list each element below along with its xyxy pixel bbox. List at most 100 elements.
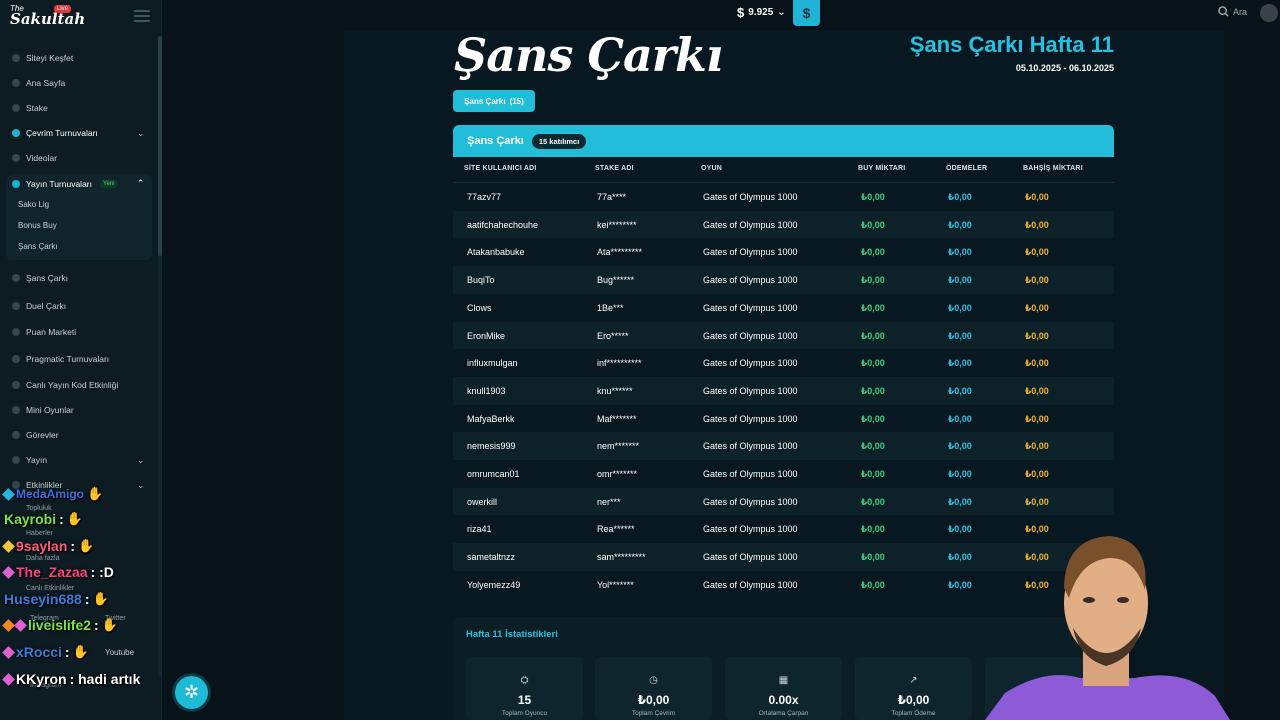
badge-icon — [2, 487, 15, 501]
table-header-bar: Şans Çarkı 15 katılımcı — [453, 125, 1114, 157]
sidebar-item-home[interactable]: Ana Sayfa — [12, 76, 65, 90]
site-logo[interactable]: The Sakultah Live — [10, 4, 85, 30]
compass-icon — [12, 54, 20, 62]
chevron-up-icon[interactable]: ⌃ — [137, 178, 145, 189]
table-row: owerkill ner*** Gates of Olympus 1000 ₺0,00… — [453, 487, 1114, 516]
store-icon — [12, 328, 20, 336]
cell-tip: ₺0,00 — [1025, 219, 1049, 230]
sidebar-item-points-market[interactable]: Puan Marketi — [12, 325, 76, 339]
cell-buy-amount: ₺0,00 — [861, 247, 885, 258]
cell-game: Gates of Olympus 1000 — [703, 358, 798, 369]
cell-buy-amount: ₺0,00 — [861, 219, 885, 230]
cell-payout: ₺0,00 — [948, 552, 972, 563]
sidebar-item-live-code[interactable]: Canlı Yayın Kod Etkinliği — [12, 378, 118, 392]
sub-item-bonus-buy[interactable]: Bonus Buy — [18, 221, 57, 230]
cell-payout: ₺0,00 — [948, 275, 972, 286]
col-header-payouts: ÖDEMELER — [946, 165, 988, 172]
cell-stake-name: sam********* — [597, 552, 646, 563]
cell-payout: ₺0,00 — [948, 469, 972, 479]
balance-selector[interactable]: $ 9.925 ⌄ — [737, 5, 786, 20]
cell-game: Gates of Olympus 1000 — [703, 413, 798, 424]
cell-game: Gates of Olympus 1000 — [703, 579, 798, 590]
sidebar-item-explore[interactable]: Siteyi Keşfet — [12, 51, 73, 65]
chat-message: MedaAmigo ✋ — [2, 486, 103, 502]
col-header-user: SİTE KULLANICI ADI — [464, 165, 537, 172]
chevron-down-icon[interactable]: ⌄ — [137, 455, 145, 466]
sidebar-item-duel-wheel[interactable]: Duel Çarkı — [12, 299, 66, 313]
page-title: Şans Çarkı — [454, 28, 723, 82]
tab-sans-carki[interactable]: Şans Çarkı (15) — [453, 90, 535, 112]
cell-tip: ₺0,00 — [1025, 358, 1049, 369]
sidebar-item-videos[interactable]: Videolar — [12, 151, 57, 165]
chevron-down-icon[interactable]: ⌄ — [137, 480, 145, 491]
sidebar-item-wager-tournaments[interactable]: Çevrim Turnuvaları — [12, 126, 98, 140]
chat-username: liveislife2 — [28, 617, 92, 633]
stats-title: Hafta 11 İstatistikleri — [466, 629, 558, 640]
sub-item-sako-lig[interactable]: Sako Lig — [18, 200, 49, 209]
cell-buy-amount: ₺0,00 — [861, 330, 885, 341]
badge-icon — [2, 565, 15, 579]
cell-stake-name: ner*** — [597, 496, 621, 507]
sidebar-item-pragmatic[interactable]: Pragmatic Turnuvaları — [12, 352, 109, 366]
wallet-button[interactable]: $ — [793, 0, 820, 26]
sidebar-item-news[interactable]: Haberler — [26, 530, 53, 537]
sidebar-item-stake[interactable]: Stake — [12, 101, 48, 115]
cell-tip: ₺0,00 — [1025, 275, 1049, 286]
chat-message: 9saylan: ✋ — [2, 538, 95, 554]
cell-tip: ₺0,00 — [1025, 469, 1049, 479]
cell-payout: ₺0,00 — [948, 247, 972, 258]
cell-game: Gates of Olympus 1000 — [703, 247, 798, 258]
cell-username: riza41 — [467, 524, 492, 535]
sidebar-item-stream[interactable]: Yayın — [12, 453, 47, 467]
cell-payout: ₺0,00 — [948, 302, 972, 313]
sidebar-item-wheel[interactable]: Şans Çarkı — [12, 271, 68, 285]
chevron-down-icon[interactable]: ⌄ — [137, 128, 145, 139]
search-button[interactable]: Ara — [1218, 6, 1247, 17]
home-icon — [12, 79, 20, 87]
menu-toggle-icon[interactable] — [134, 10, 150, 22]
users-icon: ⛭ — [520, 675, 529, 686]
support-button[interactable]: ✲ — [175, 676, 208, 709]
stream-icon — [12, 456, 20, 464]
emote-icon: ✋ — [72, 644, 89, 659]
sidebar-scrollbar[interactable] — [158, 36, 162, 676]
new-badge: Yeni — [100, 180, 118, 188]
stat-card-players: ⛭ 15 Toplam Oyuncu — [466, 657, 583, 720]
emote-icon: ✋ — [78, 538, 95, 553]
cell-stake-name: Ero***** — [597, 330, 629, 341]
broadcast-icon — [12, 381, 20, 389]
cell-game: Gates of Olympus 1000 — [703, 275, 798, 286]
sub-item-sans-carki[interactable]: Şans Çarkı — [18, 242, 58, 251]
cell-payout: ₺0,00 — [948, 219, 972, 230]
sidebar-item-tasks[interactable]: Görevler — [12, 428, 59, 442]
cell-stake-name: omr******* — [597, 469, 638, 479]
emote-icon: ✋ — [66, 511, 83, 526]
chart-icon: ↗ — [909, 675, 918, 686]
chat-message: KKyron: hadi artık — [2, 671, 140, 687]
table-title: Şans Çarkı — [467, 135, 524, 147]
cell-buy-amount: ₺0,00 — [861, 413, 885, 424]
chat-username: MedaAmigo — [16, 487, 85, 501]
cell-payout: ₺0,00 — [948, 385, 972, 396]
cell-buy-amount: ₺0,00 — [861, 358, 885, 369]
cell-username: Atakanbabuke — [467, 247, 525, 258]
chat-username: The_Zazaa — [16, 564, 88, 580]
table-row: knull1903 knu****** Gates of Olympus 1000 ₺… — [453, 376, 1114, 405]
sidebar-item-stream-tournaments[interactable]: Yayın Turnuvaları Yeni — [12, 177, 118, 191]
avatar[interactable] — [1260, 4, 1278, 22]
chat-username: Huseyin688 — [4, 591, 82, 607]
cell-stake-name: knu****** — [597, 385, 633, 396]
social-youtube[interactable]: Youtube — [105, 648, 134, 657]
cell-payout: ₺0,00 — [948, 496, 972, 507]
cell-buy-amount: ₺0,00 — [861, 579, 885, 590]
cell-username: sametaltnzz — [467, 552, 516, 563]
sidebar-item-more[interactable]: Daha fazla — [26, 555, 59, 562]
badge-icon — [2, 645, 15, 659]
chat-message: xRocci: ✋ — [2, 644, 89, 660]
emote-icon: ✋ — [92, 591, 109, 606]
tasks-icon — [12, 431, 20, 439]
cell-buy-amount: ₺0,00 — [861, 385, 885, 396]
cell-buy-amount: ₺0,00 — [861, 441, 885, 452]
sidebar-item-mini-games[interactable]: Mini Oyunlar — [12, 403, 74, 417]
cell-payout: ₺0,00 — [948, 579, 972, 590]
